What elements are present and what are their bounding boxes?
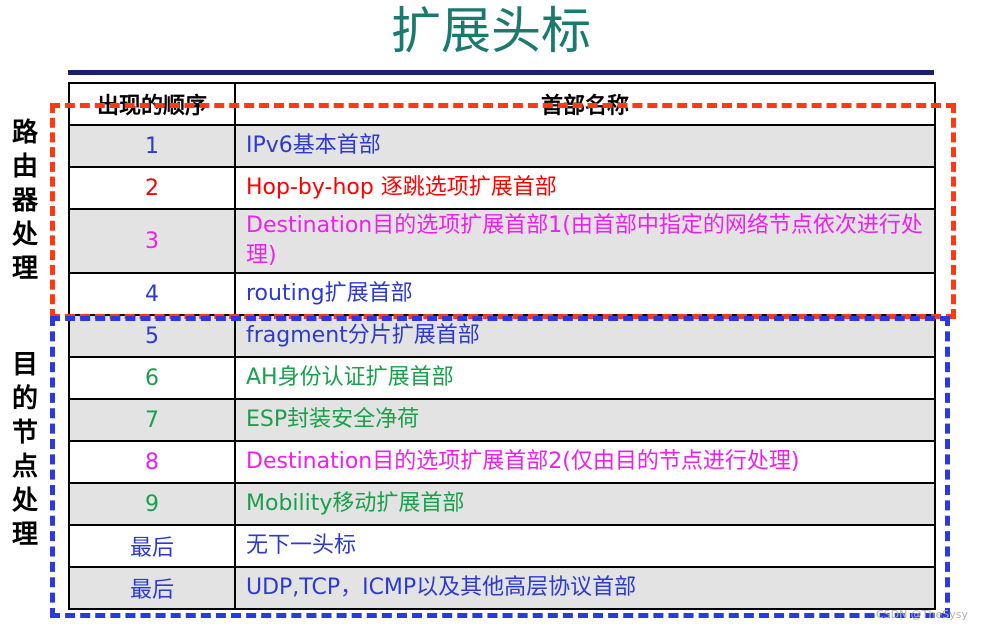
order-cell: 4 bbox=[68, 272, 236, 316]
name-cell: Destination目的选项扩展首部2(仅由目的节点进行处理) bbox=[234, 440, 936, 484]
order-cell: 7 bbox=[68, 398, 236, 442]
name-cell: AH身份认证扩展首部 bbox=[234, 356, 936, 400]
header-order: 出现的顺序 bbox=[68, 82, 236, 126]
extension-header-table: 出现的顺序 首部名称 1 IPv6基本首部 2 Hop-by-hop 逐跳选项扩… bbox=[68, 82, 936, 610]
order-cell: 5 bbox=[68, 314, 236, 358]
order-cell: 6 bbox=[68, 356, 236, 400]
title-rule bbox=[68, 70, 934, 75]
destination-processing-label: 目的节点处理 bbox=[11, 350, 38, 550]
header-name: 首部名称 bbox=[234, 82, 936, 126]
table-row: 4 routing扩展首部 bbox=[68, 272, 936, 316]
slide-title: 扩展头标 bbox=[391, 2, 591, 60]
order-cell: 最后 bbox=[68, 524, 236, 568]
order-cell: 1 bbox=[68, 124, 236, 168]
order-cell: 3 bbox=[68, 208, 236, 274]
name-cell: Hop-by-hop 逐跳选项扩展首部 bbox=[234, 166, 936, 210]
table-row: 6 AH身份认证扩展首部 bbox=[68, 356, 936, 400]
name-cell: 无下一头标 bbox=[234, 524, 936, 568]
order-cell: 8 bbox=[68, 440, 236, 484]
table-header-row: 出现的顺序 首部名称 bbox=[68, 82, 936, 126]
name-cell: Mobility移动扩展首部 bbox=[234, 482, 936, 526]
router-processing-label: 路由器处理 bbox=[11, 118, 38, 284]
order-cell: 9 bbox=[68, 482, 236, 526]
name-cell: ESP封装安全净荷 bbox=[234, 398, 936, 442]
order-cell: 最后 bbox=[68, 566, 236, 610]
table-row: 5 fragment分片扩展首部 bbox=[68, 314, 936, 358]
table-row: 1 IPv6基本首部 bbox=[68, 124, 936, 168]
order-cell: 2 bbox=[68, 166, 236, 210]
table-row: 9 Mobility移动扩展首部 bbox=[68, 482, 936, 526]
table-row: 最后 UDP,TCP，ICMP以及其他高层协议首部 bbox=[68, 566, 936, 610]
name-cell: routing扩展首部 bbox=[234, 272, 936, 316]
table-row: 8 Destination目的选项扩展首部2(仅由目的节点进行处理) bbox=[68, 440, 936, 484]
name-cell: Destination目的选项扩展首部1(由首部中指定的网络节点依次进行处理) bbox=[234, 208, 936, 274]
name-cell: IPv6基本首部 bbox=[234, 124, 936, 168]
table-row: 7 ESP封装安全净荷 bbox=[68, 398, 936, 442]
table-row: 3 Destination目的选项扩展首部1(由首部中指定的网络节点依次进行处理… bbox=[68, 208, 936, 274]
watermark: CSDN @TheSysy bbox=[875, 608, 968, 621]
name-cell: fragment分片扩展首部 bbox=[234, 314, 936, 358]
table-row: 2 Hop-by-hop 逐跳选项扩展首部 bbox=[68, 166, 936, 210]
name-cell: UDP,TCP，ICMP以及其他高层协议首部 bbox=[234, 566, 936, 610]
table-row: 最后 无下一头标 bbox=[68, 524, 936, 568]
